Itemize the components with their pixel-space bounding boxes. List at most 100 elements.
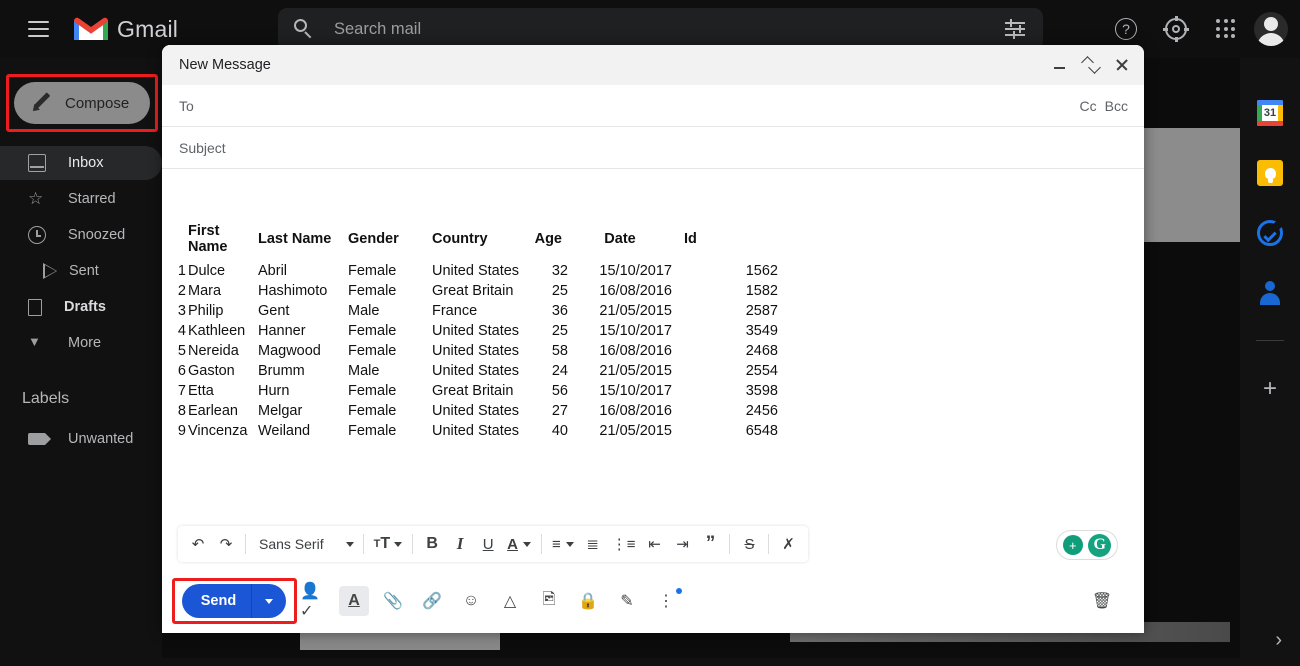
table-row: 7 Etta Hurn Female Great Britain 56 15/10/2017… — [162, 381, 778, 401]
cell-gender: Female — [348, 343, 397, 359]
format-text-icon[interactable]: A — [339, 586, 369, 616]
plus-icon[interactable]: + — [1263, 375, 1277, 403]
cell-first-name: Philip — [188, 303, 224, 319]
search-input[interactable]: Search mail — [334, 20, 421, 39]
emoji-smile-icon[interactable]: ☺ — [456, 586, 486, 616]
chevron-down-icon: ▼ — [28, 334, 41, 349]
google-contacts-icon[interactable] — [1257, 280, 1283, 306]
avatar[interactable] — [1254, 12, 1288, 46]
sidebar-item-inbox[interactable]: Inbox — [0, 146, 162, 180]
cell-last-name: Abril — [258, 263, 288, 279]
rail-expand-chevron-right-icon[interactable]: › — [1275, 629, 1282, 652]
col-first-name: First Name — [188, 223, 228, 255]
close-icon[interactable] — [1114, 57, 1130, 73]
left-sidebar: Compose Inbox ☆ Starred Snoozed Sent Dra… — [0, 58, 162, 666]
cc-button[interactable]: Cc — [1080, 98, 1097, 114]
subject-field-row[interactable]: Subject — [162, 127, 1144, 169]
compose-window-title: New Message — [179, 57, 271, 73]
to-field-row[interactable]: To Cc Bcc — [162, 85, 1144, 127]
sidebar-item-starred[interactable]: ☆ Starred — [0, 182, 162, 216]
quote-button[interactable]: ” — [696, 528, 724, 560]
underline-button[interactable]: U — [474, 528, 502, 560]
settings-button[interactable] — [1154, 7, 1198, 51]
numbered-list-icon[interactable]: ≣ — [579, 528, 607, 560]
message-body[interactable]: First Name Last Name Gender Country Age … — [162, 215, 1144, 565]
person-check-icon[interactable]: 👤✓ — [300, 583, 330, 620]
sidebar-label-unwanted[interactable]: Unwanted — [0, 422, 162, 456]
link-icon[interactable]: 🔗 — [417, 586, 447, 616]
cell-last-name: Hashimoto — [258, 283, 328, 299]
google-tasks-icon[interactable] — [1257, 220, 1283, 246]
align-left-icon[interactable]: ≡ — [547, 528, 579, 560]
cell-age: 24 — [551, 363, 568, 379]
toolbar-divider — [729, 534, 731, 554]
inbox-icon — [28, 154, 46, 172]
compose-title-bar: New Message — [162, 45, 1144, 85]
table-row: 3 Philip Gent Male France 36 21/05/2015 2587 — [162, 301, 778, 321]
cell-first-name: Dulce — [188, 263, 226, 279]
text-color-button[interactable]: A — [502, 528, 536, 560]
cell-date: 21/05/2015 — [599, 303, 672, 319]
grammarly-suggestion-icon[interactable] — [1062, 535, 1083, 555]
cell-index: 5 — [177, 343, 186, 359]
grammarly-logo-icon[interactable]: G — [1088, 533, 1112, 557]
send-options-chevron-down-icon[interactable] — [252, 598, 286, 604]
send-button[interactable]: Send — [182, 584, 286, 618]
cell-id: 2456 — [745, 403, 778, 419]
bold-button[interactable]: B — [418, 528, 446, 560]
font-family-selector[interactable]: Sans Serif — [251, 528, 358, 560]
collapse-arrows-icon[interactable] — [1083, 57, 1099, 73]
image-icon[interactable]: 🖻 — [534, 586, 564, 616]
minimize-icon[interactable] — [1052, 57, 1068, 73]
sidebar-item-label: Sent — [69, 263, 99, 279]
cell-id: 2554 — [745, 363, 778, 379]
google-keep-icon[interactable] — [1257, 160, 1283, 186]
cell-age: 36 — [551, 303, 568, 319]
tune-filter-icon[interactable] — [1005, 19, 1027, 39]
google-calendar-icon[interactable]: 31 — [1257, 100, 1283, 126]
cell-last-name: Melgar — [258, 403, 303, 419]
sidebar-item-sent[interactable]: Sent — [0, 254, 162, 288]
cell-gender: Female — [348, 283, 397, 299]
subject-input[interactable]: Subject — [179, 140, 226, 156]
redo-icon[interactable]: ↷ — [212, 528, 240, 560]
search-bar[interactable]: Search mail — [278, 8, 1043, 50]
paperclip-icon[interactable]: 📎 — [378, 586, 408, 616]
sidebar-item-snoozed[interactable]: Snoozed — [0, 218, 162, 252]
discard-draft-trash-icon[interactable]: 🗑 — [1088, 586, 1116, 616]
bcc-button[interactable]: Bcc — [1105, 98, 1128, 114]
calendar-day-number: 31 — [1262, 105, 1278, 121]
cell-country: United States — [432, 363, 520, 379]
bulleted-list-icon[interactable]: ⋮≡ — [607, 528, 641, 560]
col-date: Date — [604, 231, 636, 247]
document-icon — [28, 298, 42, 316]
cell-country: United States — [432, 403, 520, 419]
remove-formatting-icon[interactable]: ✗ — [774, 528, 802, 560]
pen-icon[interactable]: ✎ — [612, 586, 642, 616]
gmail-app-window: Gmail Search mail ? Compose Inbox ☆ Star… — [0, 0, 1300, 666]
lock-clock-icon[interactable]: 🔒 — [573, 586, 603, 616]
undo-icon[interactable]: ↶ — [184, 528, 212, 560]
sidebar-item-label: Starred — [68, 191, 116, 207]
cell-first-name: Gaston — [188, 363, 235, 379]
col-age: Age — [534, 231, 562, 247]
indent-increase-icon[interactable]: ⇥ — [668, 528, 696, 560]
compose-button-label: Compose — [65, 94, 130, 112]
cell-first-name: Vincenza — [188, 423, 248, 439]
compose-button[interactable]: Compose — [14, 82, 150, 124]
main-menu-icon[interactable] — [14, 5, 62, 53]
sidebar-item-label: Inbox — [68, 155, 104, 171]
sidebar-item-more[interactable]: ▼ More — [0, 326, 162, 360]
more-vertical-icon[interactable]: ⋮ — [651, 586, 682, 616]
cell-gender: Female — [348, 323, 397, 339]
grammarly-widget[interactable]: G — [1056, 530, 1118, 560]
pasted-data-table: First Name Last Name Gender Country Age … — [162, 221, 778, 441]
google-apps-button[interactable] — [1204, 7, 1248, 51]
strikethrough-button[interactable]: S — [735, 528, 763, 560]
gmail-brand: Gmail — [74, 16, 178, 43]
indent-decrease-icon[interactable]: ⇤ — [640, 528, 668, 560]
font-size-icon[interactable]: TT — [369, 528, 408, 560]
sidebar-item-drafts[interactable]: Drafts — [0, 290, 162, 324]
italic-button[interactable]: I — [446, 528, 474, 560]
google-drive-icon[interactable]: △ — [495, 586, 525, 616]
